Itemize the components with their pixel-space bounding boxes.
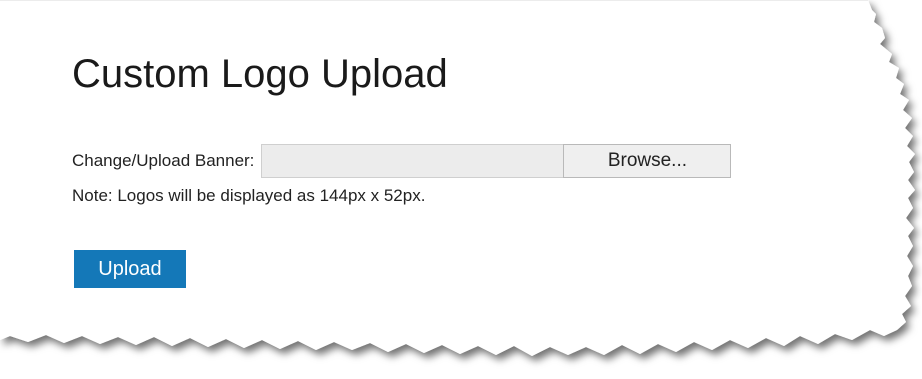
file-path-input[interactable] xyxy=(261,144,564,178)
banner-upload-row: Change/Upload Banner: Browse... xyxy=(72,143,732,179)
logo-size-note: Note: Logos will be displayed as 144px x… xyxy=(72,186,426,205)
screenshot-stage: Custom Logo Upload Change/Upload Banner:… xyxy=(0,0,922,379)
page-title: Custom Logo Upload xyxy=(72,52,448,96)
browse-button[interactable]: Browse... xyxy=(563,144,732,178)
banner-upload-label: Change/Upload Banner: xyxy=(72,151,255,170)
upload-button[interactable]: Upload xyxy=(74,250,186,288)
logo-upload-panel: Custom Logo Upload Change/Upload Banner:… xyxy=(0,0,880,340)
